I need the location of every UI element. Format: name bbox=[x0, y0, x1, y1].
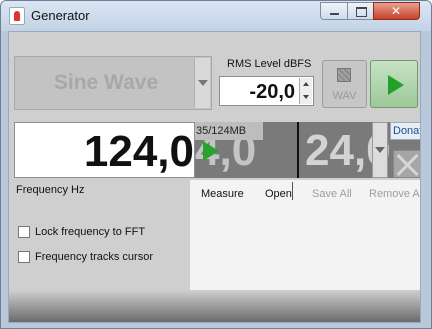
dropdown-arrow-icon[interactable] bbox=[372, 122, 388, 178]
open-button-label[interactable]: Open bbox=[265, 188, 292, 200]
chevron-down-icon[interactable] bbox=[194, 58, 210, 108]
generator-window: Generator Sine Wave RMS Level dBFS -20,0… bbox=[0, 0, 432, 329]
wav-button[interactable]: WAV bbox=[322, 60, 367, 108]
waveform-select[interactable]: Sine Wave bbox=[14, 56, 212, 110]
measure-play-icon[interactable] bbox=[203, 141, 219, 161]
memory-usage-label: 35/124MB bbox=[195, 122, 263, 140]
frequency-input[interactable]: 124,0 bbox=[14, 122, 195, 178]
checkbox-icon[interactable] bbox=[18, 226, 30, 238]
frequency-value: 124,0 bbox=[83, 127, 194, 176]
wav-file-icon bbox=[337, 68, 351, 82]
close-button[interactable] bbox=[373, 2, 420, 20]
donate-button[interactable]: Donate bbox=[390, 122, 420, 140]
waveform-selected-label: Sine Wave bbox=[53, 71, 159, 94]
frequency-tracks-cursor-label: Frequency tracks cursor bbox=[35, 251, 153, 263]
java-app-icon bbox=[9, 7, 25, 25]
rendering-artifact-overlay: 4,0 35/124MB 24,0 Donate bbox=[195, 122, 420, 178]
frequency-label: Frequency Hz bbox=[16, 184, 85, 196]
measure-button-label[interactable]: Measure bbox=[201, 188, 244, 200]
toolbar-divider bbox=[297, 122, 299, 178]
lock-frequency-label: Lock frequency to FFT bbox=[35, 226, 146, 238]
spinner-up-icon[interactable] bbox=[299, 78, 312, 91]
checkbox-icon[interactable] bbox=[18, 251, 30, 263]
spinner-down-icon[interactable] bbox=[299, 91, 312, 104]
rms-level-input[interactable]: -20,0 bbox=[219, 76, 314, 106]
title-bar[interactable]: Generator bbox=[1, 1, 431, 31]
wav-button-label: WAV bbox=[332, 90, 357, 102]
remove-all-icon[interactable] bbox=[393, 150, 420, 178]
bottom-gradient bbox=[9, 290, 420, 322]
window-title: Generator bbox=[31, 8, 90, 23]
save-all-button-label[interactable]: Save All bbox=[312, 188, 352, 200]
minimize-button[interactable] bbox=[320, 2, 348, 20]
maximize-button[interactable] bbox=[347, 2, 374, 20]
client-area: Sine Wave RMS Level dBFS -20,0 WAV 124,0… bbox=[8, 31, 421, 323]
rms-level-label: RMS Level dBFS bbox=[227, 58, 312, 70]
lock-frequency-checkbox[interactable]: Lock frequency to FFT bbox=[18, 225, 145, 239]
play-button[interactable] bbox=[370, 60, 418, 108]
toolbar-separator bbox=[292, 182, 293, 200]
frequency-tracks-cursor-checkbox[interactable]: Frequency tracks cursor bbox=[18, 250, 153, 264]
remove-all-button-label[interactable]: Remove A bbox=[369, 188, 420, 200]
rms-level-value: -20,0 bbox=[249, 81, 295, 103]
